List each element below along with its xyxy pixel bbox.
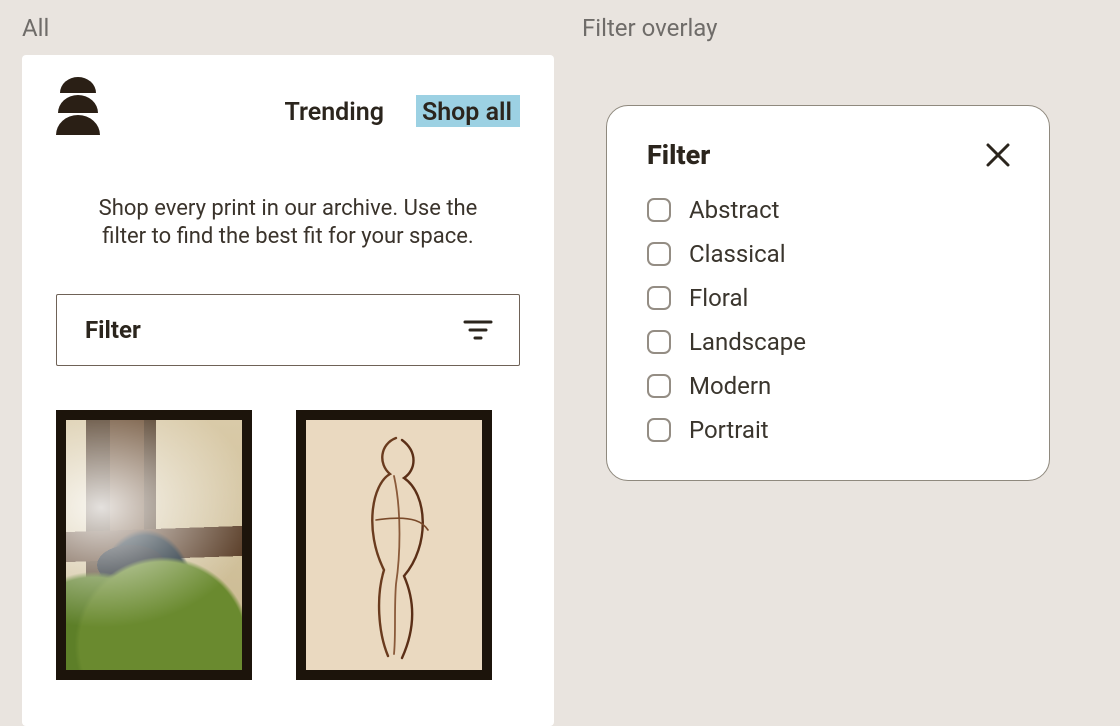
filter-button-label: Filter [85, 316, 141, 344]
filter-option-abstract[interactable]: Abstract [647, 196, 1015, 224]
filter-option-label: Floral [689, 284, 748, 312]
checkbox[interactable] [647, 330, 671, 354]
filter-option-label: Portrait [689, 416, 769, 444]
filter-option-modern[interactable]: Modern [647, 372, 1015, 400]
checkbox[interactable] [647, 374, 671, 398]
product-grid [56, 410, 520, 680]
filter-option-classical[interactable]: Classical [647, 240, 1015, 268]
intro-text: Shop every print in our archive. Use the… [83, 195, 493, 252]
filter-option-label: Abstract [689, 196, 780, 224]
product-image [296, 410, 492, 680]
filter-option-landscape[interactable]: Landscape [647, 328, 1015, 356]
product-image [56, 410, 252, 680]
filter-option-portrait[interactable]: Portrait [647, 416, 1015, 444]
logo-icon [56, 77, 100, 137]
close-filter-button[interactable] [981, 138, 1015, 172]
filter-icon [463, 319, 493, 341]
filter-overlay: Filter Abstract Clas [606, 105, 1050, 481]
product-card[interactable] [56, 410, 252, 680]
filter-option-label: Modern [689, 372, 771, 400]
section-label-overlay: Filter overlay [560, 14, 1120, 55]
checkbox[interactable] [647, 418, 671, 442]
section-label-all: All [0, 14, 560, 55]
product-card[interactable] [296, 410, 492, 680]
filter-options: Abstract Classical Floral Landscape [647, 196, 1015, 444]
filter-option-label: Landscape [689, 328, 806, 356]
checkbox[interactable] [647, 286, 671, 310]
navbar: Trending Shop all [56, 77, 520, 145]
open-filter-button[interactable]: Filter [56, 294, 520, 366]
filter-overlay-title: Filter [647, 139, 710, 171]
close-icon [985, 142, 1011, 168]
nav-shop-all[interactable]: Shop all [416, 95, 520, 128]
brand-logo[interactable] [56, 77, 100, 137]
nav-trending[interactable]: Trending [282, 95, 385, 128]
filter-option-floral[interactable]: Floral [647, 284, 1015, 312]
checkbox[interactable] [647, 198, 671, 222]
shop-all-screen: Trending Shop all Shop every print in ou… [22, 55, 554, 726]
checkbox[interactable] [647, 242, 671, 266]
filter-option-label: Classical [689, 240, 786, 268]
